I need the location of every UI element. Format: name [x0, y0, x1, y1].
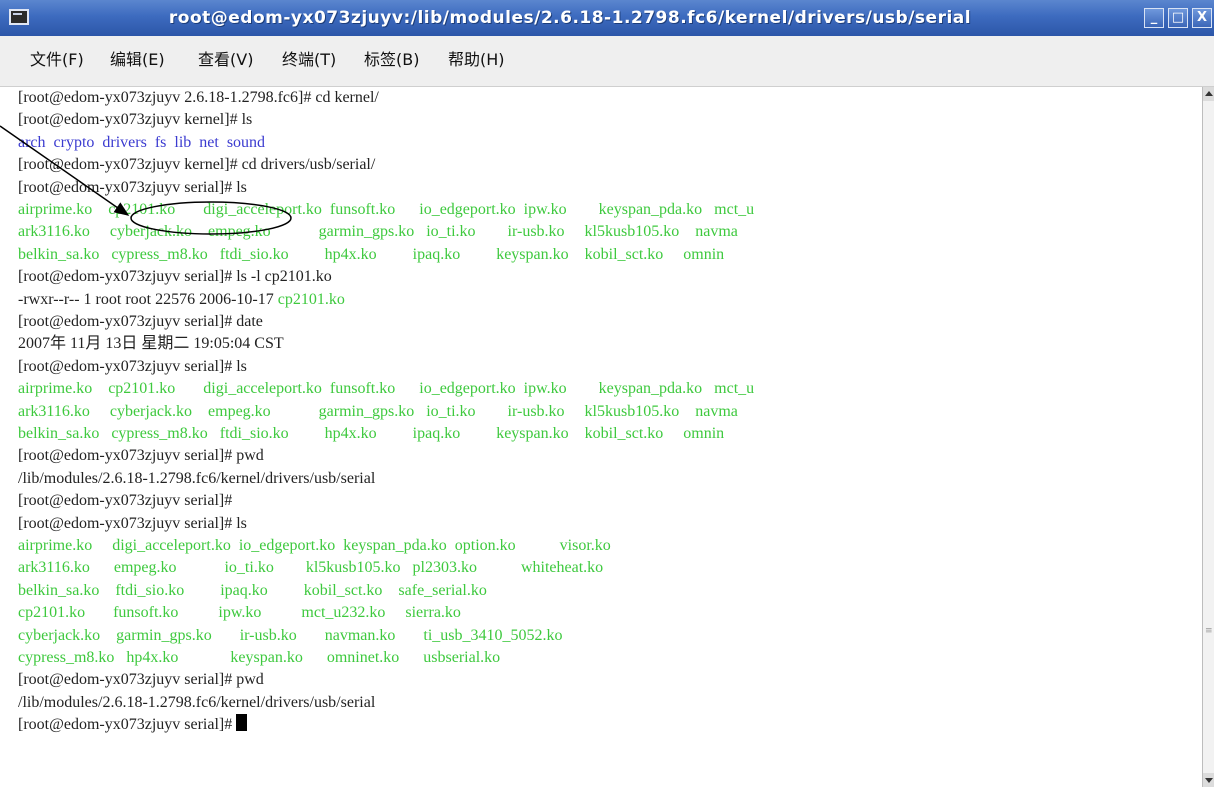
terminal-text: belkin_sa.ko cypress_m8.ko ftdi_sio.ko h… [18, 425, 725, 442]
terminal-line: airprime.ko cp2101.ko digi_acceleport.ko… [18, 378, 754, 400]
terminal-line: [root@edom-yx073zjuyv kernel]# cd driver… [18, 154, 375, 176]
terminal-line: [root@edom-yx073zjuyv serial]# pwd [18, 445, 264, 467]
terminal-line: /lib/modules/2.6.18-1.2798.fc6/kernel/dr… [18, 692, 375, 714]
vertical-scrollbar[interactable]: ≡ [1202, 87, 1214, 787]
menu-edit[interactable]: 编辑(E) [110, 50, 165, 70]
terminal-text: airprime.ko cp2101.ko digi_acceleport.ko… [18, 380, 755, 398]
terminal-text: [root@edom-yx073zjuyv serial]# ls [18, 357, 247, 375]
window-title: root@edom-yx073zjuyv:/lib/modules/2.6.18… [168, 8, 972, 28]
scroll-grip-icon[interactable]: ≡ [1205, 627, 1213, 636]
terminal-text: ark3116.ko empeg.ko io_ti.ko kl5kusb105.… [18, 559, 604, 577]
minimize-button[interactable]: _ [1144, 8, 1164, 28]
terminal-line: airprime.ko digi_acceleport.ko io_edgepo… [18, 535, 611, 557]
scroll-up-arrow-icon[interactable] [1203, 87, 1214, 101]
terminal-text: cyberjack.ko garmin_gps.ko ir-usb.ko nav… [18, 626, 563, 644]
terminal-line: [root@edom-yx073zjuyv 2.6.18-1.2798.fc6]… [18, 87, 379, 109]
terminal-text: /lib/modules/2.6.18-1.2798.fc6/kernel/dr… [18, 693, 376, 711]
terminal-text: [root@edom-yx073zjuyv 2.6.18-1.2798.fc6]… [18, 89, 379, 106]
terminal-text: [root@edom-yx073zjuyv serial]# [18, 492, 233, 510]
terminal-line: cypress_m8.ko hp4x.ko keyspan.ko omninet… [18, 647, 500, 669]
terminal-text: arch crypto drivers fs lib net sound [18, 133, 266, 151]
terminal-line: [root@edom-yx073zjuyv serial]# pwd [18, 669, 264, 691]
terminal-text: /lib/modules/2.6.18-1.2798.fc6/kernel/dr… [18, 469, 376, 487]
terminal-line: arch crypto drivers fs lib net sound [18, 132, 265, 154]
terminal-text: ark3116.ko cyberjack.ko empeg.ko garmin_… [18, 402, 738, 420]
terminal-text: [root@edom-yx073zjuyv serial]# pwd [18, 671, 264, 689]
terminal-text: -rwxr--r-- 1 root root 22576 2006-10-17 [18, 290, 278, 308]
terminal-line: [root@edom-yx073zjuyv serial]# [18, 714, 248, 736]
terminal-text: cypress_m8.ko hp4x.ko keyspan.ko omninet… [18, 649, 501, 666]
terminal-line: ark3116.ko cyberjack.ko empeg.ko garmin_… [18, 401, 738, 423]
terminal-text: airprime.ko cp2101.ko digi_acceleport.ko… [18, 201, 755, 218]
terminal-line: ark3116.ko empeg.ko io_ti.ko kl5kusb105.… [18, 557, 603, 579]
terminal-line: belkin_sa.ko cypress_m8.ko ftdi_sio.ko h… [18, 244, 724, 266]
title-bar[interactable]: root@edom-yx073zjuyv:/lib/modules/2.6.18… [0, 0, 1214, 36]
menu-file[interactable]: 文件(F) [30, 50, 84, 70]
terminal-line: [root@edom-yx073zjuyv serial]# ls [18, 177, 247, 199]
menu-help[interactable]: 帮助(H) [448, 50, 505, 70]
terminal-text: [root@edom-yx073zjuyv kernel]# ls [18, 111, 253, 129]
terminal-text: belkin_sa.ko cypress_m8.ko ftdi_sio.ko h… [18, 245, 725, 263]
terminal-line: [root@edom-yx073zjuyv serial]# date [18, 311, 263, 333]
terminal-text: [root@edom-yx073zjuyv serial]# ls -l cp2… [18, 268, 332, 286]
terminal-line: [root@edom-yx073zjuyv serial]# [18, 490, 232, 512]
terminal-text: [root@edom-yx073zjuyv serial]# [18, 716, 237, 734]
maximize-button[interactable]: □ [1168, 8, 1188, 28]
terminal-text: cp2101.ko [277, 290, 345, 308]
terminal-text: ark3116.ko cyberjack.ko empeg.ko garmin_… [18, 223, 738, 241]
terminal-line: cp2101.ko funsoft.ko ipw.ko mct_u232.ko … [18, 602, 461, 624]
terminal-text: [root@edom-yx073zjuyv serial]# date [18, 313, 263, 330]
terminal-line: belkin_sa.ko cypress_m8.ko ftdi_sio.ko h… [18, 423, 724, 445]
terminal-text: 2007年 11月 13日 星期二 19:05:04 CST [18, 335, 284, 353]
terminal-window: root@edom-yx073zjuyv:/lib/modules/2.6.18… [0, 0, 1214, 787]
terminal-line: cyberjack.ko garmin_gps.ko ir-usb.ko nav… [18, 625, 563, 647]
menu-terminal[interactable]: 终端(T) [282, 50, 336, 70]
menu-bar: 文件(F) 编辑(E) 查看(V) 终端(T) 标签(B) 帮助(H) [0, 36, 1214, 87]
scroll-down-arrow-icon[interactable] [1203, 773, 1214, 787]
terminal-text: belkin_sa.ko ftdi_sio.ko ipaq.ko kobil_s… [18, 581, 487, 599]
terminal-line: [root@edom-yx073zjuyv serial]# ls [18, 356, 247, 378]
terminal-text: cp2101.ko funsoft.ko ipw.ko mct_u232.ko … [18, 604, 461, 622]
terminal-line: belkin_sa.ko ftdi_sio.ko ipaq.ko kobil_s… [18, 580, 487, 602]
terminal-line: -rwxr--r-- 1 root root 22576 2006-10-17 … [18, 289, 345, 311]
close-button[interactable]: X [1192, 8, 1212, 28]
terminal-text: [root@edom-yx073zjuyv serial]# ls [18, 178, 247, 196]
terminal-line: airprime.ko cp2101.ko digi_acceleport.ko… [18, 199, 754, 221]
terminal-text: airprime.ko digi_acceleport.ko io_edgepo… [18, 537, 611, 554]
terminal-line: [root@edom-yx073zjuyv kernel]# ls [18, 109, 252, 131]
terminal-line: [root@edom-yx073zjuyv serial]# ls [18, 513, 247, 535]
terminal-line: ark3116.ko cyberjack.ko empeg.ko garmin_… [18, 221, 738, 243]
terminal-line: [root@edom-yx073zjuyv serial]# ls -l cp2… [18, 266, 332, 288]
terminal-output[interactable]: [root@edom-yx073zjuyv 2.6.18-1.2798.fc6]… [8, 87, 1202, 787]
terminal-text: [root@edom-yx073zjuyv kernel]# cd driver… [18, 156, 376, 174]
terminal-text: [root@edom-yx073zjuyv serial]# ls [18, 514, 247, 532]
menu-view[interactable]: 查看(V) [198, 50, 253, 70]
text-cursor [236, 714, 248, 732]
menu-tabs[interactable]: 标签(B) [364, 50, 419, 70]
terminal-line: 2007年 11月 13日 星期二 19:05:04 CST [18, 333, 284, 355]
terminal-text: [root@edom-yx073zjuyv serial]# pwd [18, 447, 264, 465]
terminal-line: /lib/modules/2.6.18-1.2798.fc6/kernel/dr… [18, 468, 375, 490]
